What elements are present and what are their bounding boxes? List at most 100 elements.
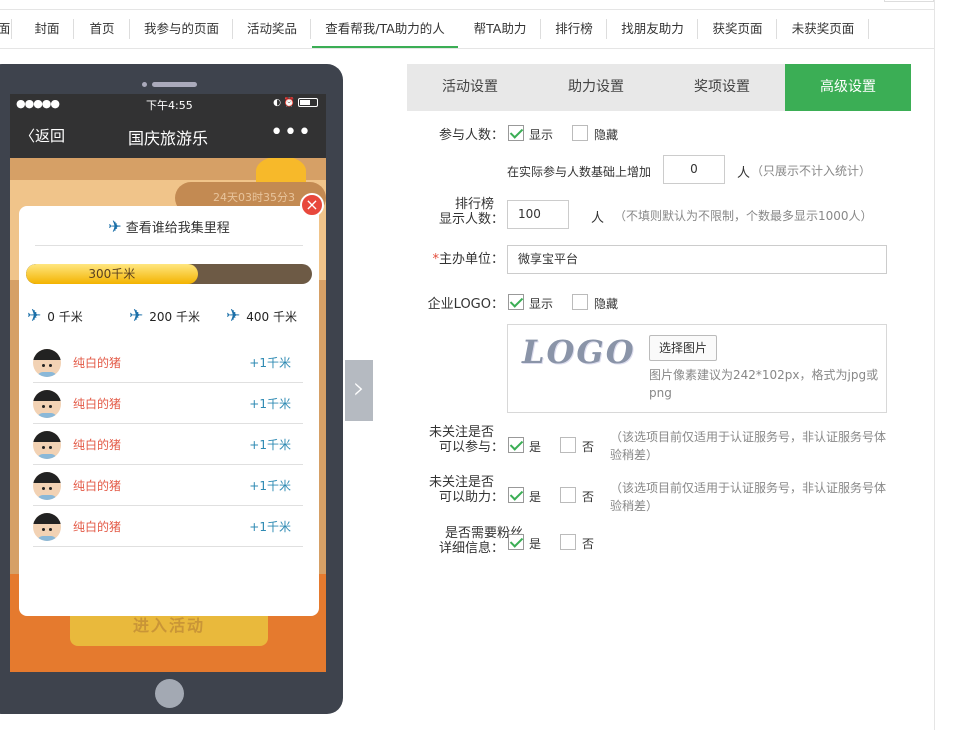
list-item: 纯白的猪 +1千米 [33,424,303,465]
show-option-label: 显示 [529,297,554,311]
logo-upload-box: LOGO 选择图片 图片像素建议为242*102px，格式为jpg或png [507,324,887,413]
back-button[interactable]: 〈返回 [20,125,65,146]
helper-km: +1千米 [249,520,291,534]
avatar [33,390,61,418]
helper-km: +1千米 [249,397,291,411]
more-icon[interactable]: ••• [270,120,312,145]
hide-option-label: 隐藏 [594,297,619,311]
phone-navbar: 国庆旅游乐 〈返回 ••• [10,114,326,158]
tab-advanced-settings[interactable]: 高级设置 [785,64,911,111]
unfollow-help-label-line1: 未关注是否 [428,475,494,490]
yes-option-label: 是 [529,490,542,504]
list-item: 纯白的猪 +1千米 [33,383,303,424]
logo-label: 企业LOGO： [427,297,504,312]
signal-icon: ●●●●● [16,97,60,110]
tab-view-helpers[interactable]: 查看帮我/TA助力的人 [312,10,458,48]
tab-my-joined[interactable]: 我参与的页面 [130,10,233,48]
avatar [33,472,61,500]
add-base-label: 在实际参与人数基础上增加 [507,165,652,179]
logo-hide-checkbox[interactable] [572,294,588,310]
plane-icon: ✈ [226,306,241,326]
unfollow-join-label-line1: 未关注是否 [428,425,494,440]
milestone-200: ✈ 200 千米 [129,306,200,326]
fans-info-yes-checkbox[interactable] [508,534,524,550]
progress-label: 300千米 [88,267,136,281]
logo-show-checkbox[interactable] [508,294,524,310]
unfollow-help-no-checkbox[interactable] [560,487,576,503]
add-base-input[interactable]: 0 [663,155,725,184]
tab-prize-settings[interactable]: 奖项设置 [659,64,785,111]
camera-dot [142,82,147,87]
list-item: 纯白的猪 +1千米 [33,506,303,547]
page-tabs: 面 封面 首页 我参与的页面 活动奖品 查看帮我/TA助力的人 帮TA助力 排行… [0,10,934,49]
tab-activity-settings[interactable]: 活动设置 [407,64,533,111]
helper-km: +1千米 [249,356,291,370]
status-bar: ●●●●● 下午4:55 ◐ ⏰ [10,94,326,114]
tab-cover[interactable]: 封面 [20,10,74,48]
yes-option-label: 是 [529,440,542,454]
no-option-label: 否 [582,490,595,504]
mileage-progress: 300千米 [26,264,312,284]
plane-icon: ✈ [129,306,144,326]
plane-icon: ✈ [108,217,122,236]
participants-hide-checkbox[interactable] [572,125,588,141]
top-strip [0,0,934,10]
chevron-left-icon: 〈 [20,127,36,145]
list-item: 纯白的猪 +1千米 [33,342,303,383]
unfollow-join-label-line2: 可以参与： [438,440,504,455]
plane-icon: ✈ [27,306,42,326]
no-option-label: 否 [582,440,595,454]
tab-partial[interactable]: 面 [0,10,12,48]
host-label: *主办单位： [432,252,504,267]
tab-ranking[interactable]: 排行榜 [541,10,607,48]
unfollow-help-hint: （该选项目前仅适用于认证服务号，非认证服务号体验稍差） [610,481,887,513]
hide-option-label: 隐藏 [594,128,619,142]
logo-hint: 图片像素建议为242*102px，格式为jpg或png [649,368,879,400]
helper-name: 纯白的猪 [73,438,122,452]
close-icon[interactable]: × [300,193,324,217]
helper-name: 纯白的猪 [73,520,122,534]
settings-tabs: 活动设置 助力设置 奖项设置 高级设置 [407,64,911,111]
yes-option-label: 是 [529,537,542,551]
fans-info-label-line2: 详细信息： [438,541,504,556]
unfollow-join-no-checkbox[interactable] [560,437,576,453]
fans-info-no-checkbox[interactable] [560,534,576,550]
tab-help-ta[interactable]: 帮TA助力 [459,10,541,48]
modal-title: ✈ 查看谁给我集里程 [35,216,303,246]
tab-home[interactable]: 首页 [74,10,130,48]
helper-name: 纯白的猪 [73,397,122,411]
chevron-right-icon[interactable]: › [345,360,373,421]
tab-loser-page[interactable]: 未获奖页面 [777,10,869,48]
home-button[interactable] [155,679,184,708]
unfollow-help-yes-checkbox[interactable] [508,487,524,503]
avatar [33,513,61,541]
rank-label-line1: 排行榜 [454,197,494,212]
tab-help-settings[interactable]: 助力设置 [533,64,659,111]
tab-find-friends[interactable]: 找朋友助力 [607,10,698,48]
rank-count-input[interactable]: 100 [507,200,569,229]
helpers-modal: ✈ 查看谁给我集里程 300千米 ✈ 0 千米 ✈ 200 千米 ✈ 400 千米 纯白… [19,206,319,616]
choose-image-button[interactable]: 选择图片 [649,335,718,361]
avatar [33,349,61,377]
helper-km: +1千米 [249,438,291,452]
phone-speaker [152,82,197,87]
tab-winner-page[interactable]: 获奖页面 [698,10,777,48]
status-time: 下午4:55 [146,99,193,112]
participants-show-checkbox[interactable] [508,125,524,141]
unfollow-help-label-line2: 可以助力： [438,490,504,505]
participants-label: 参与人数： [438,128,504,143]
tab-prizes[interactable]: 活动奖品 [233,10,311,48]
avatar [33,431,61,459]
page-right-border [934,0,935,730]
rank-person-unit: 人 [591,211,605,226]
unfollow-join-hint: （该选项目前仅适用于认证服务号，非认证服务号体验稍差） [610,430,887,462]
logo-preview: LOGO [522,333,636,371]
person-unit: 人 [737,166,751,181]
unfollow-join-yes-checkbox[interactable] [508,437,524,453]
top-corner-box [884,0,934,2]
status-icons: ◐ ⏰ [273,98,318,108]
add-base-hint: （只展示不计入统计） [751,164,872,178]
helper-name: 纯白的猪 [73,479,122,493]
helper-name: 纯白的猪 [73,356,122,370]
host-input[interactable]: 微享宝平台 [507,245,887,274]
